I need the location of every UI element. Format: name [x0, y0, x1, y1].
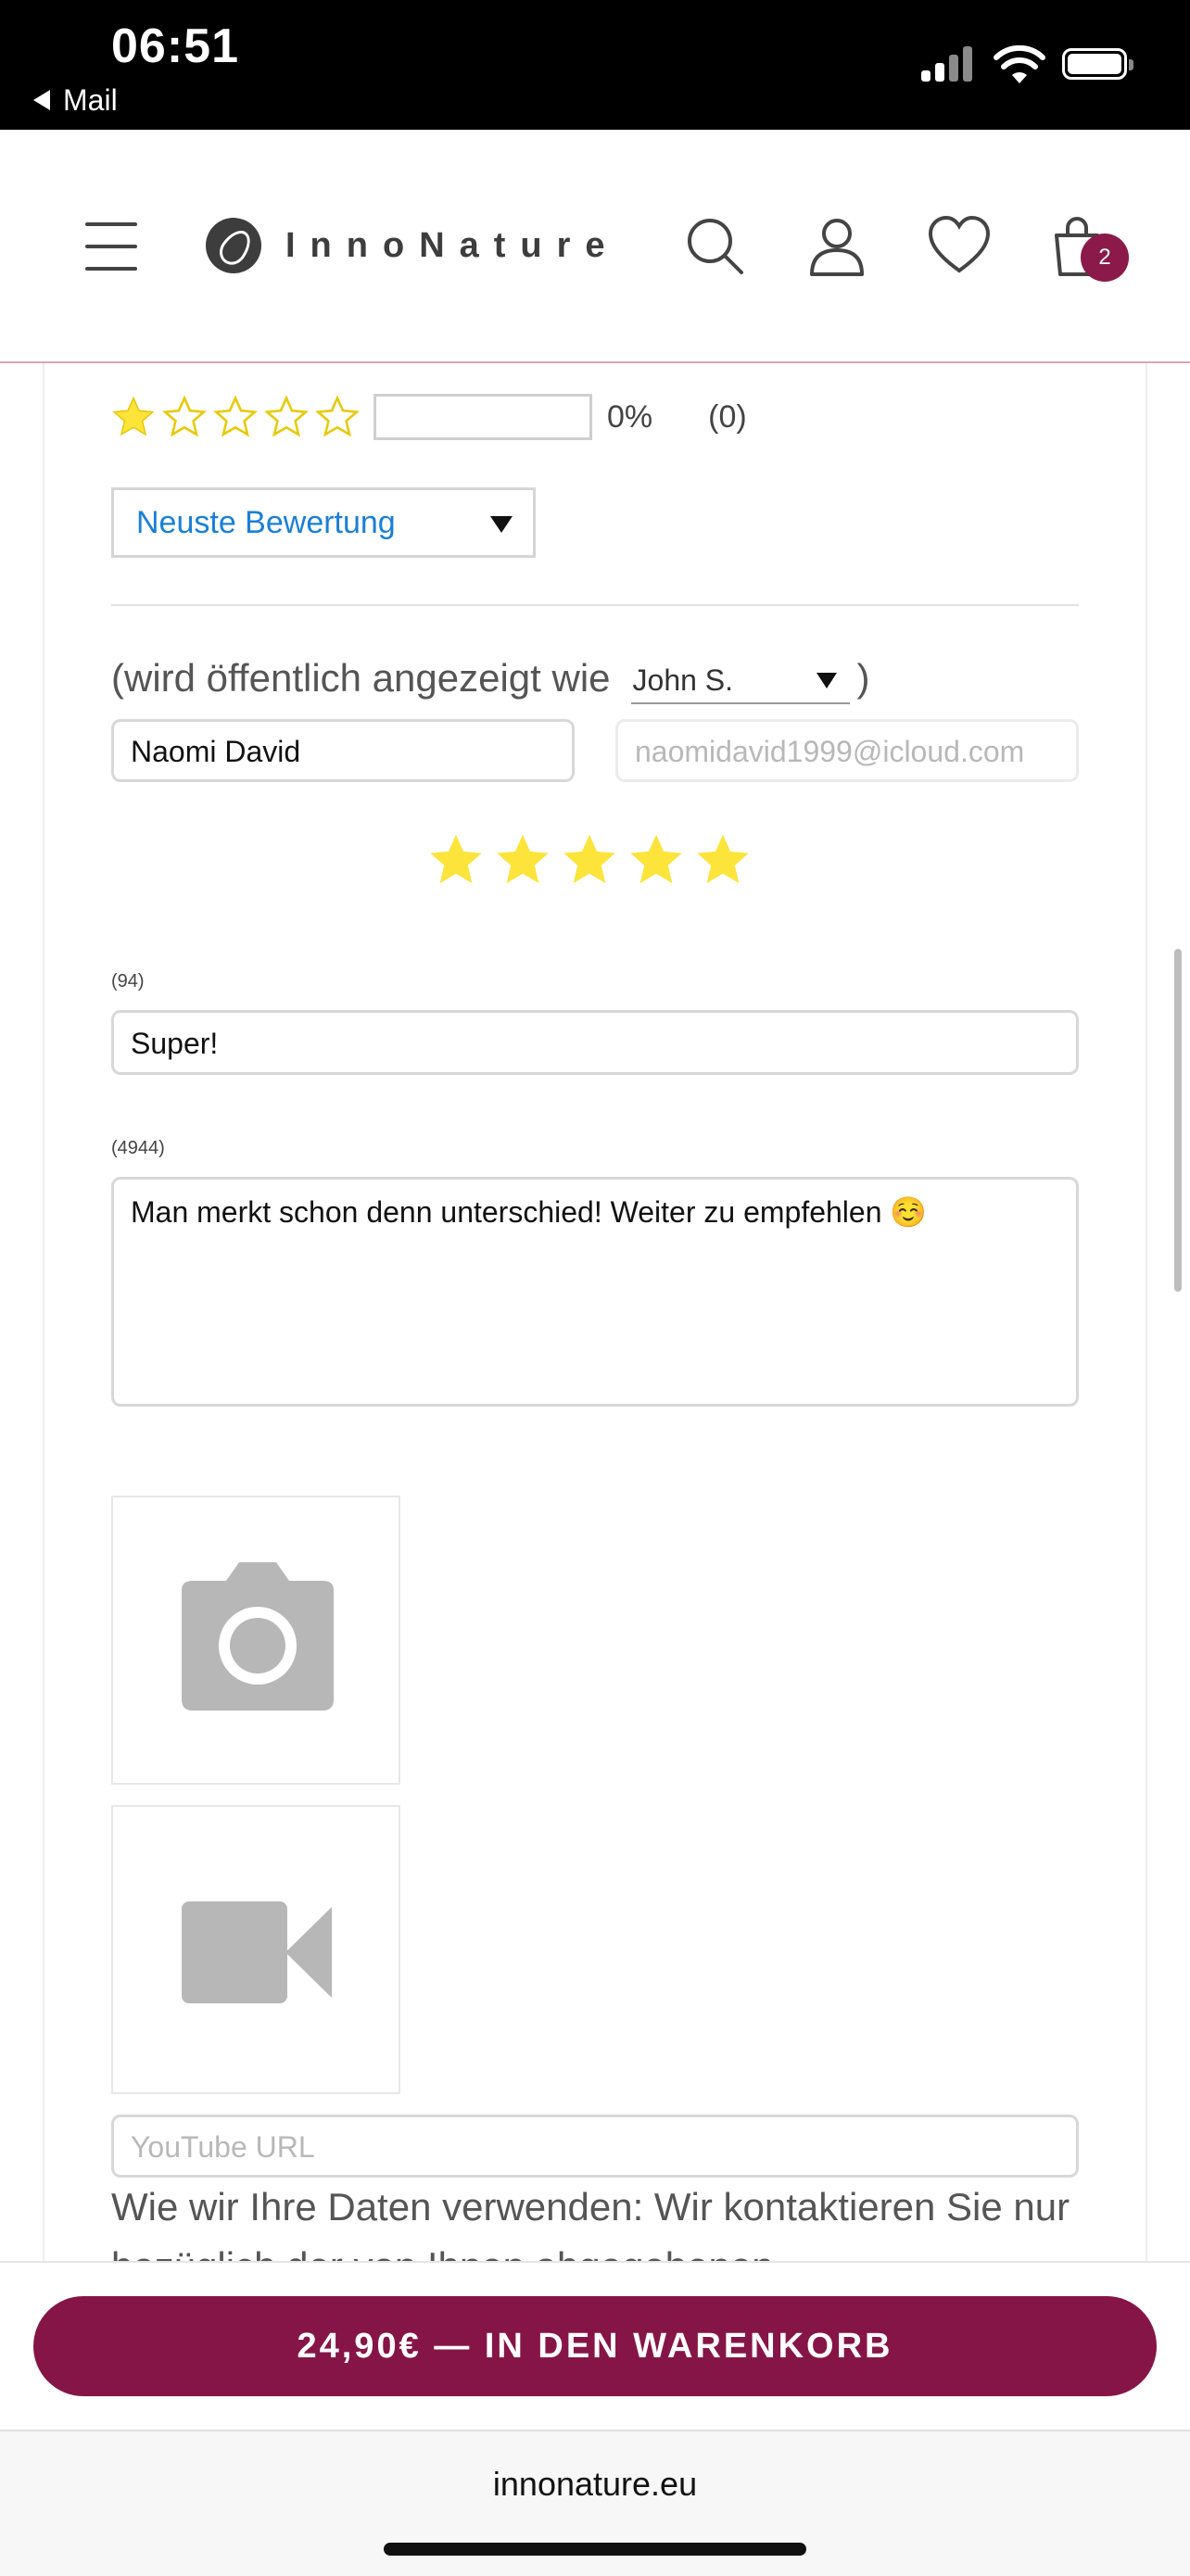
review-title-input[interactable]: Super! [111, 1010, 1079, 1075]
chevron-down-icon [816, 673, 837, 688]
email-input[interactable]: naomidavid1999@icloud.com [615, 719, 1079, 782]
status-bar: 06:51 Mail [0, 0, 1190, 130]
youtube-url-input[interactable]: YouTube URL [111, 2115, 1079, 2178]
display-name-row: (wird öffentlich angezeigt wie John S. ) [111, 650, 870, 706]
sticky-cart-bar: 24,90€ — IN DEN WARENKORB [0, 2261, 1190, 2431]
sort-reviews-select[interactable]: Neuste Bewertung [111, 487, 536, 558]
content-border-right [1146, 363, 1147, 2263]
title-char-counter: (94) [111, 971, 145, 991]
star-icon[interactable] [560, 830, 619, 890]
divider [111, 604, 1079, 606]
page-scrollbar[interactable] [1174, 949, 1182, 1292]
body-char-counter: (4944) [111, 1138, 165, 1158]
video-camera-icon [182, 1901, 332, 2003]
battery-icon [1062, 48, 1133, 80]
star-outline-icon [213, 395, 258, 437]
back-app-label: Mail [63, 83, 118, 117]
back-arrow-icon [33, 89, 50, 110]
video-upload-button[interactable] [111, 1805, 400, 2094]
rating-count: (0) [708, 398, 747, 435]
review-body-textarea[interactable]: Man merkt schon denn unterschied! Weiter… [111, 1177, 1079, 1407]
name-input[interactable]: Naomi David [111, 719, 575, 782]
review-rating-input [426, 830, 760, 890]
url-display[interactable]: innonature.eu [0, 2465, 1190, 2504]
name-input-value: Naomi David [131, 735, 301, 768]
signal-icon [921, 44, 977, 82]
logo-text: InnoNature [285, 225, 620, 265]
cart-count-badge: 2 [1081, 234, 1129, 282]
account-icon[interactable] [804, 213, 869, 278]
youtube-url-placeholder: YouTube URL [131, 2130, 315, 2164]
clock: 06:51 [111, 19, 239, 73]
site-header: InnoNature 2 [0, 130, 1190, 363]
rating-percentage-bar [373, 394, 592, 440]
star-icon[interactable] [627, 830, 686, 890]
logo-leaf-icon [206, 218, 261, 273]
email-input-placeholder: naomidavid1999@icloud.com [635, 735, 1025, 768]
star-outline-icon [162, 395, 207, 437]
display-name-select[interactable]: John S. [630, 652, 850, 704]
star-icon [112, 396, 155, 436]
search-icon[interactable] [682, 213, 747, 278]
review-body-value: Man merkt schon denn unterschied! Weiter… [131, 1195, 928, 1229]
wifi-icon [994, 44, 1045, 83]
display-name-value: John S. [632, 663, 734, 697]
site-logo[interactable]: InnoNature [206, 213, 620, 278]
sort-selected-value: Neuste Bewertung [136, 505, 396, 540]
display-as-prefix: (wird öffentlich angezeigt wie [111, 656, 611, 700]
browser-address-bar: innonature.eu [0, 2430, 1190, 2576]
camera-icon [182, 1562, 334, 1711]
status-icons [921, 44, 1144, 91]
heart-icon[interactable] [927, 213, 992, 278]
star-icon[interactable] [426, 830, 486, 890]
add-to-cart-button[interactable]: 24,90€ — IN DEN WARENKORB [33, 2296, 1157, 2396]
home-indicator[interactable] [384, 2543, 806, 2556]
display-as-suffix: ) [856, 656, 870, 700]
rating-summary-stars [111, 395, 366, 439]
hamburger-icon[interactable] [85, 222, 137, 271]
star-outline-icon [264, 395, 309, 437]
review-title-value: Super! [131, 1027, 219, 1060]
rating-percentage: 0% [607, 398, 653, 435]
chevron-down-icon [490, 516, 513, 533]
content-border-left [43, 363, 44, 2263]
photo-upload-button[interactable] [111, 1496, 400, 1785]
star-outline-icon [315, 395, 360, 437]
rating-summary-row-1-star: 0% (0) [111, 389, 747, 445]
star-icon[interactable] [693, 830, 753, 890]
star-icon[interactable] [493, 830, 552, 890]
back-to-mail-link[interactable]: Mail [33, 83, 118, 118]
